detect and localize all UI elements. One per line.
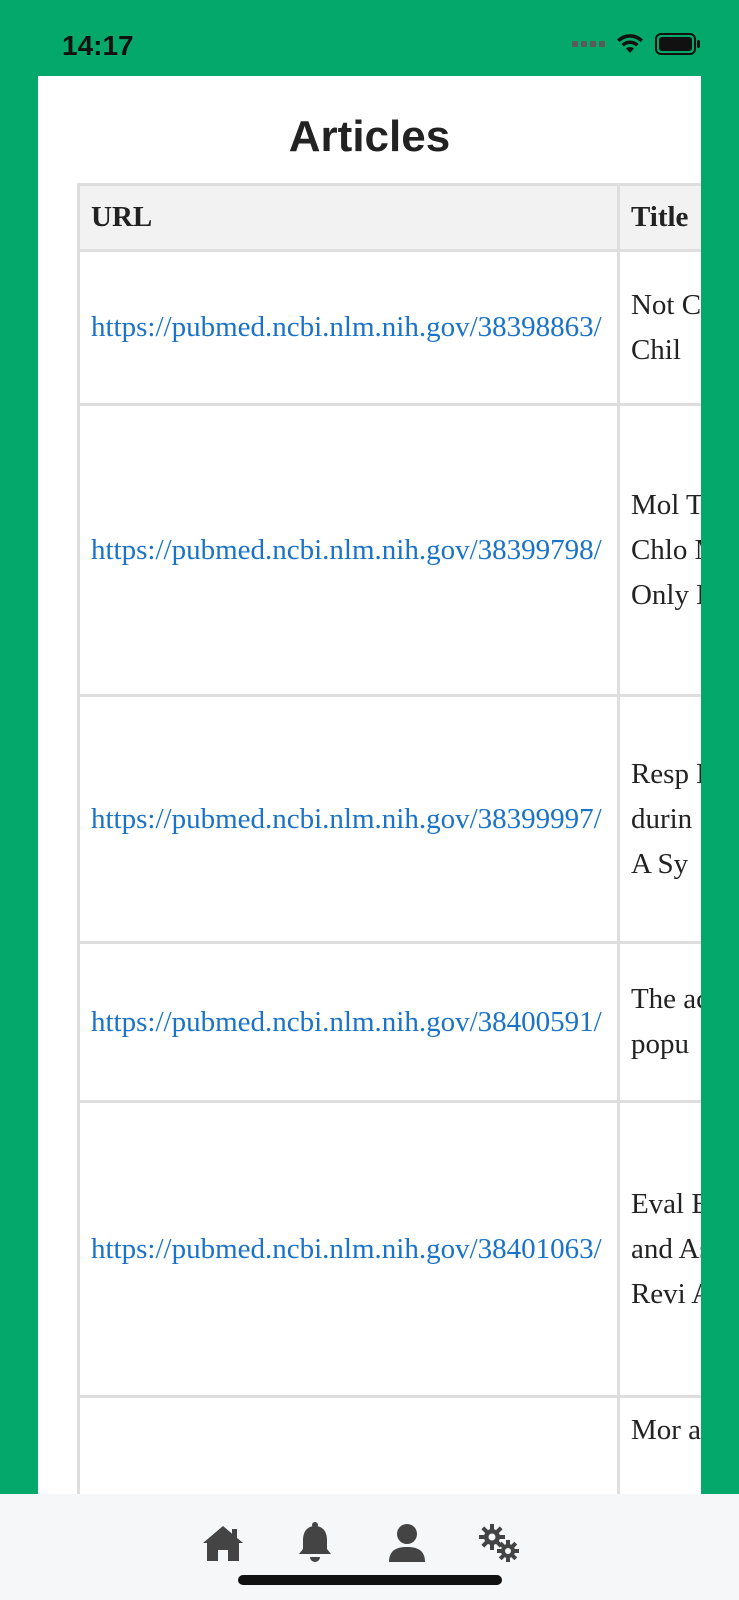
status-icons <box>572 33 701 55</box>
column-header-url: URL <box>77 183 620 252</box>
title-cell: Eval Effic and Asth Revi Anal <box>616 1100 701 1398</box>
article-link[interactable]: https://pubmed.ncbi.nlm.nih.gov/38399997… <box>91 803 602 835</box>
title-cell: Not Com Chil <box>616 249 701 406</box>
wifi-icon <box>617 34 643 53</box>
table-row: https://pubmed.ncbi.nlm.nih.gov/38401063… <box>77 1100 701 1398</box>
settings-icon[interactable] <box>476 1520 522 1566</box>
status-time: 14:17 <box>62 30 134 61</box>
status-bar: 14:17 <box>0 0 739 76</box>
bell-icon[interactable] <box>292 1520 338 1566</box>
table-row: https://pubmed.ncbi.nlm.nih.gov/38399997… <box>77 694 701 944</box>
table-row: https://pubmed.ncbi.nlm.nih.gov/38398863… <box>77 249 701 406</box>
home-indicator <box>238 1575 502 1585</box>
article-link[interactable]: https://pubmed.ncbi.nlm.nih.gov/38398863… <box>91 311 602 343</box>
url-cell: https://pubmed.ncbi.nlm.nih.gov/38399798… <box>77 403 620 697</box>
article-link[interactable]: https://pubmed.ncbi.nlm.nih.gov/38399798… <box>91 534 602 566</box>
title-cell: The acute popu <box>616 941 701 1103</box>
table-row: https://pubmed.ncbi.nlm.nih.gov/38399798… <box>77 403 701 697</box>
title-cell: Resp Micr durin Sync A Sy <box>616 694 701 944</box>
articles-table: URL Title https://pubmed.ncbi.nlm.nih.go… <box>77 183 701 1494</box>
page-title: Articles <box>288 112 451 161</box>
title-cell: Mol Trea Chlo Mol Only Micr <box>616 403 701 697</box>
url-cell: https://pubmed.ncbi.nlm.nih.gov/38399997… <box>77 694 620 944</box>
home-icon[interactable] <box>200 1520 246 1566</box>
content-area: Articles URL Title https://pubmed.ncbi.n… <box>38 76 701 1494</box>
table-header-row: URL Title <box>77 183 701 252</box>
table-row: https://pubmed.ncbi.nlm.nih.gov/38400591… <box>77 941 701 1103</box>
article-link[interactable]: https://pubmed.ncbi.nlm.nih.gov/38401063… <box>91 1233 602 1265</box>
table-row: Mor addu <box>77 1395 701 1494</box>
title-cell: Mor addu <box>616 1395 701 1494</box>
tab-icons <box>200 1520 522 1566</box>
url-cell: https://pubmed.ncbi.nlm.nih.gov/38401063… <box>77 1100 620 1398</box>
url-cell <box>77 1395 620 1494</box>
url-cell: https://pubmed.ncbi.nlm.nih.gov/38398863… <box>77 249 620 406</box>
battery-icon <box>655 33 700 55</box>
column-header-title: Title <box>616 183 701 252</box>
signal-icon <box>572 41 605 47</box>
article-link[interactable]: https://pubmed.ncbi.nlm.nih.gov/38400591… <box>91 1006 602 1038</box>
user-icon[interactable] <box>384 1520 430 1566</box>
url-cell: https://pubmed.ncbi.nlm.nih.gov/38400591… <box>77 941 620 1103</box>
